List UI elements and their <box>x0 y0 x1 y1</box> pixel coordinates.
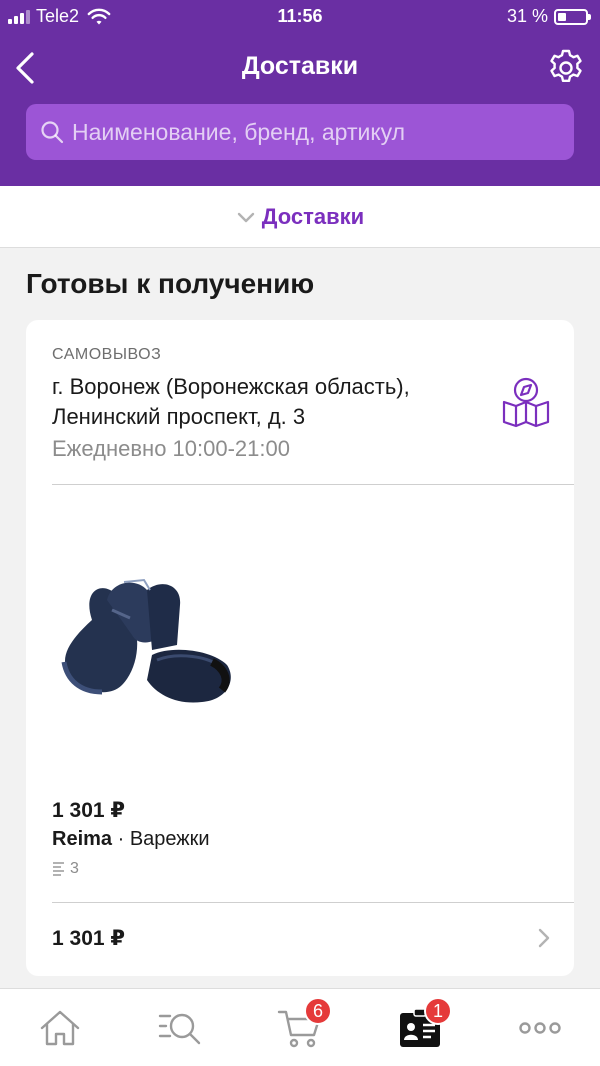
map-icon[interactable] <box>498 374 554 430</box>
pickup-hours: Ежедневно 10:00-21:00 <box>52 436 290 461</box>
gear-icon[interactable] <box>544 46 588 90</box>
item-price: 1 301 ₽ <box>52 799 125 822</box>
search-input[interactable]: Наименование, бренд, артикул <box>26 104 574 160</box>
chevron-down-icon <box>237 212 254 222</box>
battery-percent: 31 % <box>506 6 548 26</box>
catalog-search-icon <box>158 1013 201 1045</box>
tab-more[interactable] <box>510 1003 570 1053</box>
filter-label: Доставки <box>261 203 365 229</box>
tab-profile[interactable]: 1 <box>390 997 452 1053</box>
divider <box>52 902 574 903</box>
header: Tele2 11:56 31 % Доставки Наименование, … <box>0 0 600 186</box>
divider <box>52 484 574 485</box>
status-bar: Tele2 11:56 31 % <box>0 0 600 34</box>
delivery-type: САМОВЫВОЗ <box>52 346 162 363</box>
mittens-image[interactable] <box>52 550 252 730</box>
page-title: Доставки <box>241 52 359 80</box>
item-quantity: 3 <box>52 860 79 878</box>
tab-catalog[interactable] <box>150 1003 210 1053</box>
battery-icon <box>554 8 591 25</box>
item-name[interactable]: Reima · Варежки <box>52 828 210 851</box>
pickup-address: г. Воронеж (Воронежская область), Ленинс… <box>52 372 482 432</box>
more-icon <box>519 1022 561 1034</box>
tab-bar: 6 1 <box>0 988 600 1066</box>
item-separator: · <box>112 828 130 850</box>
profile-badge: 1 <box>424 997 452 1025</box>
item-title: Варежки <box>129 828 210 850</box>
item-brand: Reima <box>52 828 113 850</box>
nav-bar: Доставки <box>0 40 600 96</box>
tab-cart[interactable]: 6 <box>270 997 332 1053</box>
search-placeholder: Наименование, бренд, артикул <box>72 118 406 145</box>
address-line-1: г. Воронеж (Воронежская область), <box>52 374 410 399</box>
search-icon <box>41 121 64 144</box>
home-icon <box>40 1010 80 1046</box>
tab-home[interactable] <box>30 1003 90 1053</box>
delivery-card[interactable]: САМОВЫВОЗ г. Воронеж (Воронежская област… <box>26 320 574 976</box>
chevron-right-icon[interactable] <box>536 926 552 950</box>
section-title: Готовы к получению <box>26 268 315 299</box>
list-icon <box>53 862 64 876</box>
status-right: 31 % <box>506 6 591 27</box>
quantity-value: 3 <box>70 860 79 877</box>
address-line-2: Ленинский проспект, д. 3 <box>52 404 306 429</box>
delivery-filter[interactable]: Доставки <box>0 186 600 248</box>
order-total: 1 301 ₽ <box>52 927 125 950</box>
cart-badge: 6 <box>304 997 332 1025</box>
